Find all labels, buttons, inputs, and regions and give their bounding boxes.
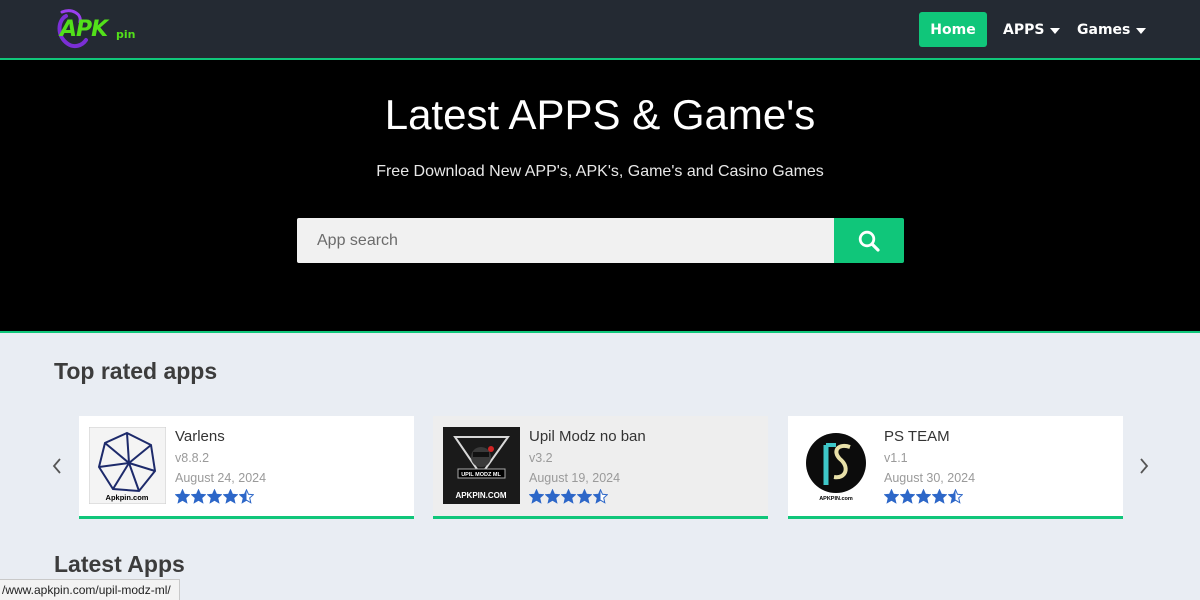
- thumbnail-caption: APKPIN.COM: [455, 491, 506, 500]
- star-icon: [239, 489, 254, 504]
- app-thumbnail: APKPIN.com: [798, 427, 875, 504]
- app-name: PS TEAM: [884, 428, 950, 445]
- search-button[interactable]: [834, 218, 904, 263]
- hero-banner: Latest APPS & Game's Free Download New A…: [0, 60, 1200, 333]
- star-icon: [884, 489, 899, 504]
- app-version: v1.1: [884, 451, 908, 465]
- logo-text: APK: [60, 17, 108, 42]
- rating-stars: [529, 489, 608, 504]
- star-icon: [207, 489, 222, 504]
- star-icon: [175, 489, 190, 504]
- hero-title: Latest APPS & Game's: [384, 91, 816, 138]
- chevron-left-icon: [52, 458, 61, 474]
- logo-superscript: pin: [116, 28, 136, 41]
- app-card-upil-modz[interactable]: UPIL MODZ ML APKPIN.COM Upil Modz no ban…: [433, 416, 768, 519]
- rating-stars: [884, 489, 963, 504]
- star-icon: [948, 489, 963, 504]
- app-name: Varlens: [175, 428, 225, 445]
- nav-apps-label: APPS: [1003, 21, 1045, 38]
- status-bar-url: /www.apkpin.com/upil-modz-ml/: [0, 579, 180, 600]
- thumbnail-caption: Apkpin.com: [106, 493, 149, 502]
- nav-home-button[interactable]: Home: [919, 12, 987, 47]
- top-rated-heading: Top rated apps: [54, 358, 218, 384]
- star-icon: [545, 489, 560, 504]
- rating-stars: [175, 489, 254, 504]
- star-icon: [916, 489, 931, 504]
- app-version: v8.8.2: [175, 451, 210, 465]
- hero-subtitle: Free Download New APP's, APK's, Game's a…: [376, 163, 824, 180]
- nav-games-label: Games: [1077, 21, 1131, 38]
- app-card-varlens[interactable]: Apkpin.com Varlens v8.8.2 August 24, 202…: [79, 416, 414, 519]
- thumbnail-caption: APKPIN.com: [819, 496, 853, 502]
- star-icon: [191, 489, 206, 504]
- app-name: Upil Modz no ban: [529, 428, 646, 445]
- star-icon: [561, 489, 576, 504]
- star-icon: [593, 489, 608, 504]
- search-input[interactable]: [297, 218, 834, 263]
- app-date: August 30, 2024: [884, 471, 976, 485]
- chevron-right-icon: [1140, 458, 1149, 474]
- carousel-prev-button[interactable]: [50, 455, 64, 477]
- star-icon: [577, 489, 592, 504]
- nav-games-menu[interactable]: Games: [1077, 12, 1147, 47]
- nav-apps-menu[interactable]: APPS: [1003, 12, 1061, 47]
- app-thumbnail: Apkpin.com: [89, 427, 166, 504]
- star-icon: [900, 489, 915, 504]
- star-icon: [223, 489, 238, 504]
- app-version: v3.2: [529, 451, 553, 465]
- latest-apps-heading: Latest Apps: [54, 551, 185, 577]
- caret-down-icon: [1050, 27, 1061, 34]
- carousel-next-button[interactable]: [1137, 455, 1151, 477]
- star-icon: [529, 489, 544, 504]
- star-icon: [932, 489, 947, 504]
- app-date: August 19, 2024: [529, 471, 621, 485]
- navbar: APK pin Home APPS Games: [0, 0, 1200, 60]
- site-logo[interactable]: APK pin: [52, 6, 152, 52]
- app-thumbnail: UPIL MODZ ML APKPIN.COM: [443, 427, 520, 504]
- app-date: August 24, 2024: [175, 471, 267, 485]
- caret-down-icon: [1136, 27, 1147, 34]
- thumbnail-label: UPIL MODZ ML: [461, 472, 501, 478]
- app-card-ps-team[interactable]: APKPIN.com PS TEAM v1.1 August 30, 2024: [788, 416, 1123, 519]
- search-icon: [858, 230, 880, 252]
